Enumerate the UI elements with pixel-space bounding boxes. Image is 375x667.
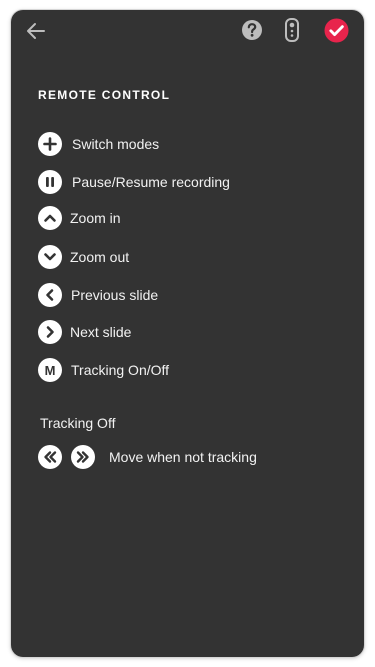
chevron-right-icon — [38, 320, 62, 344]
double-chevron-right-icon — [71, 445, 95, 469]
remote-control-icon[interactable] — [283, 18, 301, 42]
control-row-switch-modes: Switch modes — [38, 132, 159, 156]
control-label: Tracking On/Off — [71, 362, 170, 378]
m-icon-letter: M — [44, 362, 56, 378]
m-icon: M — [38, 358, 62, 382]
check-circle-icon[interactable] — [324, 18, 349, 43]
control-row-next-slide: Next slide — [38, 320, 131, 344]
control-row-move-not-tracking: Move when not tracking — [38, 445, 257, 469]
control-label: Pause/Resume recording — [72, 174, 230, 190]
arrow-left-icon[interactable] — [25, 20, 47, 42]
control-row-zoom-out: Zoom out — [38, 245, 129, 269]
chevron-down-icon — [38, 245, 62, 269]
pause-icon — [38, 170, 62, 194]
double-chevron-left-icon — [38, 445, 62, 469]
plus-icon — [38, 132, 62, 156]
remote-control-panel: REMOTE CONTROL Switch modes Pause/Resume… — [11, 10, 364, 657]
control-row-zoom-in: Zoom in — [38, 206, 121, 230]
control-label: Zoom out — [70, 249, 130, 265]
control-row-tracking-toggle: M Tracking On/Off — [38, 358, 169, 382]
control-label: Next slide — [70, 324, 132, 340]
control-label: Zoom in — [70, 210, 121, 226]
control-row-previous-slide: Previous slide — [38, 283, 158, 307]
chevron-left-icon — [38, 283, 62, 307]
question-circle-icon[interactable] — [241, 19, 263, 41]
control-label: Switch modes — [72, 136, 160, 152]
top-toolbar — [11, 10, 364, 50]
control-label: Previous slide — [71, 287, 159, 303]
control-row-pause-resume: Pause/Resume recording — [38, 170, 230, 194]
control-label: Move when not tracking — [109, 449, 257, 465]
tracking-off-heading: Tracking Off — [40, 415, 116, 431]
section-title: REMOTE CONTROL — [38, 88, 171, 102]
chevron-up-icon — [38, 206, 62, 230]
